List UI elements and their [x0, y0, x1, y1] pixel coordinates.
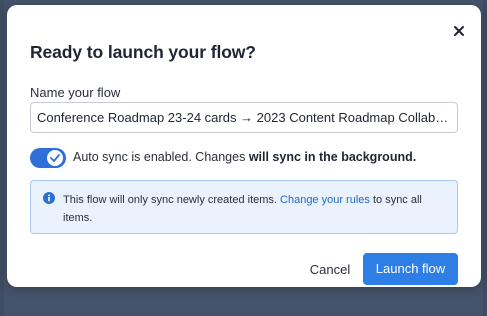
dialog-title: Ready to launch your flow? — [30, 42, 256, 62]
info-text: This flow will only sync newly created i… — [63, 191, 443, 227]
cancel-button[interactable]: Cancel — [305, 255, 355, 285]
close-icon[interactable] — [450, 22, 468, 40]
backdrop-edge-right — [483, 0, 487, 316]
auto-sync-toggle[interactable] — [30, 148, 66, 168]
auto-sync-text-bold: will sync in the background. — [248, 150, 417, 164]
flow-name-label: Name your flow — [30, 85, 121, 100]
flow-name-input[interactable] — [30, 102, 458, 133]
info-banner: This flow will only sync newly created i… — [30, 180, 458, 234]
launch-flow-button[interactable]: Launch flow — [363, 253, 458, 285]
close-button[interactable] — [450, 22, 468, 40]
auto-sync-text-prefix: Auto sync is enabled. Changes — [73, 150, 249, 164]
info-text-prefix: This flow will only sync newly created i… — [63, 194, 281, 206]
launch-flow-dialog: Ready to launch your flow? Name your flo… — [7, 5, 481, 287]
info-icon — [43, 192, 55, 204]
backdrop-edge-left — [0, 0, 4, 316]
auto-sync-status-text: Auto sync is enabled. Changes will sync … — [73, 150, 416, 164]
toggle-knob — [47, 150, 63, 166]
check-icon — [50, 154, 60, 162]
change-rules-link[interactable]: Change your rules — [280, 194, 370, 206]
